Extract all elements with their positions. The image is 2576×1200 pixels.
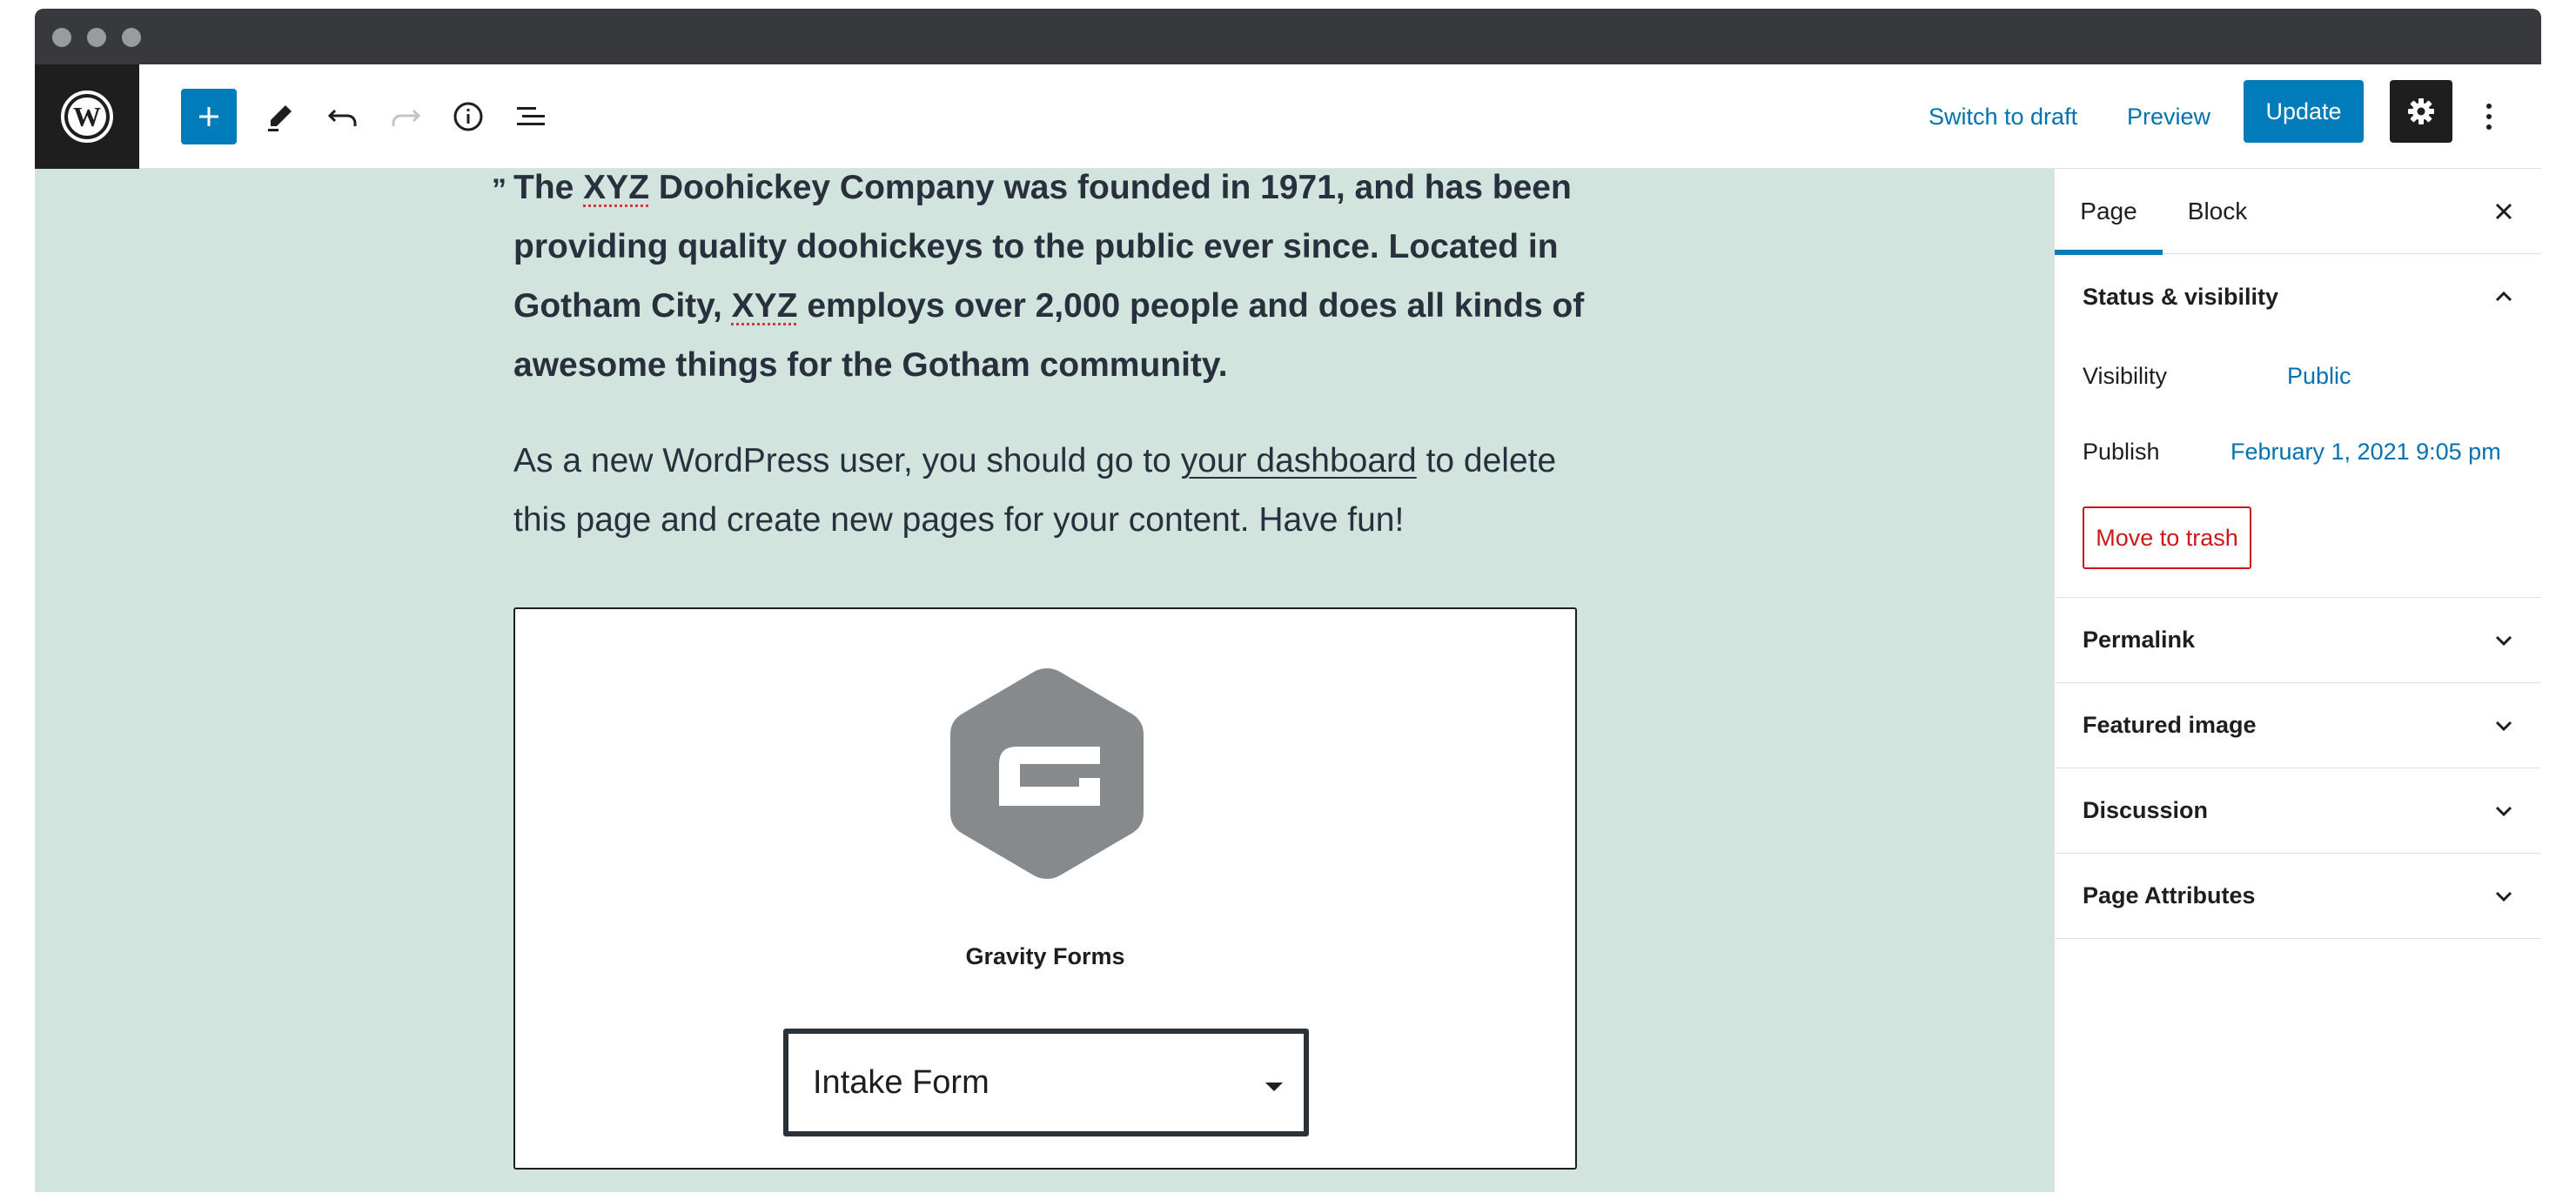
gravity-forms-block[interactable]: Gravity Forms Intake Form (513, 607, 1577, 1170)
panel-title: Discussion (2083, 797, 2209, 823)
misspelled-word: XYZ (731, 287, 798, 325)
caret-down-icon (1265, 1083, 1283, 1091)
tools-button[interactable] (252, 89, 308, 144)
more-options-button[interactable] (2472, 89, 2506, 144)
panel-discussion[interactable]: Discussion (2055, 768, 2541, 854)
panel-title: Status & visibility (2083, 283, 2279, 310)
panel-page-attributes[interactable]: Page Attributes (2055, 854, 2541, 939)
chevron-up-icon (2495, 291, 2512, 302)
settings-button[interactable] (2390, 80, 2452, 143)
move-to-trash-button[interactable]: Move to trash (2083, 506, 2251, 569)
plus-icon (199, 107, 218, 126)
editor-canvas: ” The XYZ Doohickey Company was founded … (35, 169, 2054, 1192)
details-button[interactable] (440, 89, 496, 144)
publish-label: Publish (2083, 439, 2160, 465)
chevron-down-icon (2495, 721, 2512, 732)
chevron-down-icon (2495, 891, 2512, 902)
tab-block[interactable]: Block (2163, 169, 2272, 254)
wordpress-icon: W (61, 91, 113, 143)
paragraph-block[interactable]: As a new WordPress user, you should go t… (513, 432, 1610, 550)
close-sidebar-button[interactable] (2486, 194, 2521, 229)
panel-status-visibility[interactable]: Status & visibility (2055, 254, 2541, 339)
editor-toolbar: W Switch to draft Preview Update (35, 64, 2541, 169)
update-button[interactable]: Update (2244, 80, 2364, 143)
quote-mark: ” (492, 173, 506, 206)
tab-page[interactable]: Page (2055, 169, 2163, 255)
window-titlebar (35, 9, 2541, 64)
window-minimize-dot[interactable] (87, 28, 106, 47)
publish-date-button[interactable]: February 1, 2021 9:05 pm (2231, 439, 2501, 466)
misspelled-word: XYZ (583, 169, 650, 206)
close-icon (2495, 203, 2512, 220)
panel-title: Permalink (2083, 627, 2196, 653)
sidebar-tabs: Page Block (2055, 169, 2541, 255)
redo-button[interactable] (378, 89, 433, 144)
wordpress-logo-button[interactable]: W (35, 64, 139, 169)
window-zoom-dot[interactable] (122, 28, 141, 47)
settings-sidebar: Page Block Status & visibility Visibilit… (2054, 169, 2541, 1192)
panel-permalink[interactable]: Permalink (2055, 598, 2541, 683)
form-select[interactable]: Intake Form (783, 1029, 1309, 1136)
panel-featured-image[interactable]: Featured image (2055, 683, 2541, 768)
info-icon (453, 102, 483, 131)
list-view-button[interactable] (503, 89, 559, 144)
quote-text-part: The (513, 169, 584, 206)
chevron-down-icon (2495, 806, 2512, 817)
chevron-down-icon (2495, 635, 2512, 647)
gravity-forms-logo-icon (950, 668, 1144, 879)
quote-block[interactable]: The XYZ Doohickey Company was founded in… (513, 169, 1610, 395)
form-select-value: Intake Form (813, 1063, 989, 1101)
visibility-label: Visibility (2083, 363, 2168, 389)
undo-button[interactable] (315, 89, 371, 144)
gravity-forms-title: Gravity Forms (965, 943, 1125, 969)
dashboard-link[interactable]: your dashboard (1181, 442, 1417, 479)
visibility-value-button[interactable]: Public (2287, 363, 2351, 390)
redo-icon (392, 109, 421, 126)
switch-to-draft-button[interactable]: Switch to draft (1929, 89, 2077, 144)
paragraph-text: As a new WordPress user, you should go t… (513, 442, 1181, 479)
editor-window: W Switch to draft Preview Update ” The X… (35, 9, 2541, 1192)
more-vertical-icon (2486, 104, 2492, 130)
list-view-icon (517, 107, 545, 125)
panel-title: Featured image (2083, 712, 2257, 738)
pencil-icon (268, 105, 292, 131)
add-block-button[interactable] (181, 89, 237, 144)
gear-icon (2408, 98, 2434, 124)
window-close-dot[interactable] (52, 28, 71, 47)
preview-button[interactable]: Preview (2127, 89, 2210, 144)
panel-title: Page Attributes (2083, 882, 2256, 908)
svg-text:W: W (73, 101, 101, 132)
undo-icon (327, 109, 357, 126)
